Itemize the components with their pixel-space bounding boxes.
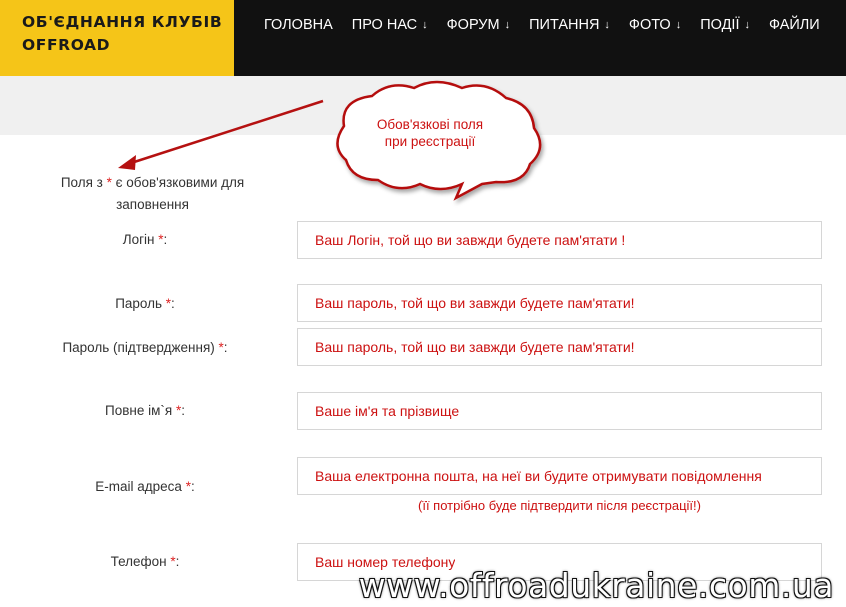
nav-label: ПОДІЇ [700, 17, 740, 33]
email-label: E-mail адреса *: [0, 479, 290, 494]
annotation-arrowhead [118, 155, 136, 170]
password-confirm-input[interactable]: Ваш пароль, той що ви завжди будете пам'… [297, 328, 822, 366]
label-colon: : [190, 479, 195, 494]
label-colon: : [223, 340, 228, 355]
nav-label: ФОРУМ [446, 17, 500, 33]
login-label: Логін *: [0, 232, 290, 247]
nav-item-files[interactable]: ФАЙЛИ [769, 17, 820, 33]
arrow-down-icon: ↓ [422, 19, 428, 31]
nav-label: ФОТО [628, 17, 671, 33]
watermark: www.offroadukraine.com.ua [358, 566, 834, 605]
arrow-down-icon: ↓ [675, 19, 682, 31]
nav-label: ГОЛОВНА [264, 17, 333, 33]
callout-line: при реєстрації [384, 134, 476, 149]
logo-subtitle: OFFROAD [22, 36, 111, 54]
nav-item-photo[interactable]: ФОТО ↓ [629, 17, 681, 33]
arrow-down-icon: ↓ [504, 19, 511, 31]
required-fields-note: Поля з * є обов'язковими для заповнення [40, 172, 265, 216]
note-text: Поля з [60, 175, 107, 190]
login-input[interactable]: Ваш Логін, той що ви завжди будете пам'я… [297, 221, 822, 259]
full-name-label: Повне ім`я *: [0, 403, 290, 418]
field-value: Ваш пароль, той що ви завжди будете пам'… [315, 295, 635, 311]
label-colon: : [175, 554, 180, 569]
label-text: Повне ім`я [105, 403, 176, 418]
label-colon: : [181, 403, 185, 418]
email-hint: (її потрібно буде підтвердити після реєс… [418, 498, 701, 513]
label-text: Пароль (підтвердження) [62, 340, 219, 355]
nav-label: ПИТАННЯ [529, 17, 600, 33]
email-input[interactable]: Ваша електронна пошта, на неї ви будите … [297, 457, 822, 495]
main-nav: ГОЛОВНА ПРО НАС ↓ ФОРУМ ↓ ПИТАННЯ ↓ ФОТО ↓ П… [264, 0, 820, 50]
callout-text: Обов'язкові поля при реєстрації [350, 116, 510, 150]
field-value: Ваша електронна пошта, на неї ви будите … [315, 468, 762, 484]
full-name-input[interactable]: Ваше ім'я та прізвище [297, 392, 822, 430]
logo-title: ОБ'ЄДНАННЯ КЛУБІВ [22, 13, 223, 31]
field-value: Ваш пароль, той що ви завжди будете пам'… [315, 339, 635, 355]
password-input[interactable]: Ваш пароль, той що ви завжди будете пам'… [297, 284, 822, 322]
nav-item-about[interactable]: ПРО НАС ↓ [352, 17, 428, 33]
phone-label: Телефон *: [0, 554, 290, 569]
site-header: ОБ'ЄДНАННЯ КЛУБІВ OFFROAD ГОЛОВНА ПРО НА… [0, 0, 846, 76]
callout-line: Обов'язкові поля [376, 117, 484, 132]
nav-label: ПРО НАС [351, 17, 418, 33]
field-value: Ваш Логін, той що ви завжди будете пам'я… [315, 232, 626, 248]
nav-item-forum[interactable]: ФОРУМ ↓ [447, 17, 510, 33]
arrow-down-icon: ↓ [744, 19, 750, 31]
note-text: є обов'язковими для заповнення [111, 175, 245, 212]
label-text: Пароль [115, 296, 166, 311]
label-colon: : [171, 296, 175, 311]
label-text: Логін [122, 232, 159, 247]
nav-item-home[interactable]: ГОЛОВНА [264, 17, 333, 33]
nav-item-questions[interactable]: ПИТАННЯ ↓ [529, 17, 610, 33]
nav-item-events[interactable]: ПОДІЇ ↓ [700, 17, 750, 33]
password-confirm-label: Пароль (підтвердження) *: [0, 340, 290, 355]
nav-label: ФАЙЛИ [768, 17, 820, 33]
site-logo[interactable]: ОБ'ЄДНАННЯ КЛУБІВ OFFROAD [0, 0, 234, 76]
arrow-down-icon: ↓ [604, 19, 610, 31]
password-label: Пароль *: [0, 296, 290, 311]
label-text: Телефон [110, 554, 171, 569]
label-text: E-mail адреса [95, 479, 186, 494]
field-value: Ваше ім'я та прізвище [315, 403, 460, 419]
label-colon: : [163, 232, 168, 247]
